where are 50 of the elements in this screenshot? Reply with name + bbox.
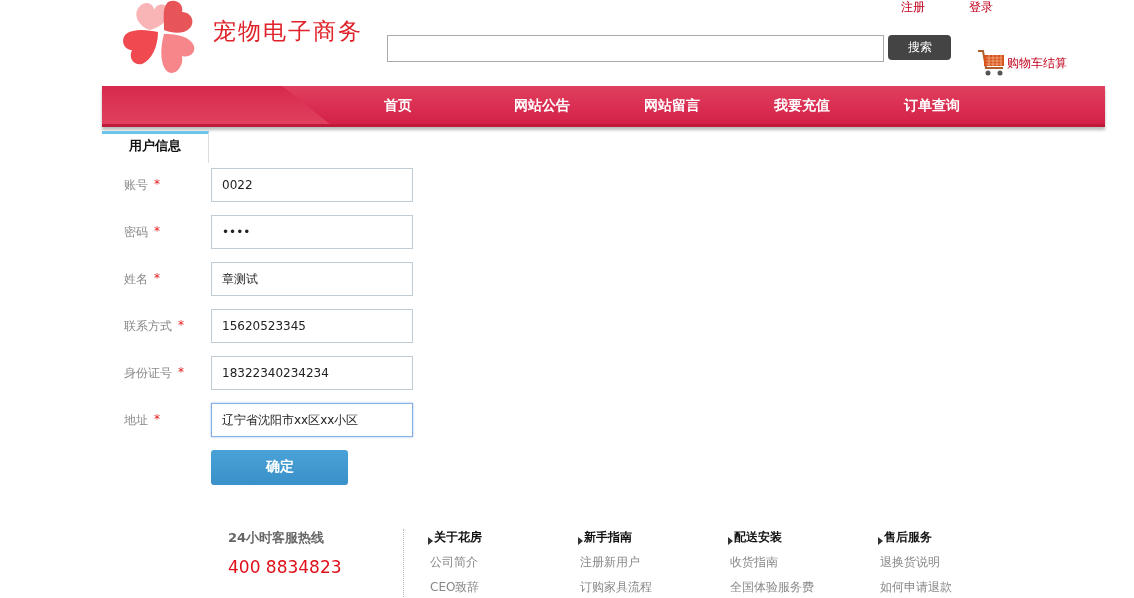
field-label: 联系方式 <box>124 317 172 335</box>
hotline-number: 400 8834823 <box>228 557 343 577</box>
required-mark: * <box>154 176 160 193</box>
input-field[interactable]: 章测试 <box>211 262 413 296</box>
footer-link[interactable]: 全国体验服务费 <box>728 579 814 596</box>
nav-item[interactable]: 订单查询 <box>904 95 1034 115</box>
triangle-icon <box>428 537 433 545</box>
required-mark: * <box>178 364 184 381</box>
triangle-icon <box>728 537 733 545</box>
input-field[interactable]: •••• <box>211 215 413 249</box>
footer-heading: 配送安装 <box>734 529 782 546</box>
footer-link[interactable]: 公司简介 <box>428 554 478 571</box>
field-label: 账号 <box>124 176 148 194</box>
triangle-icon <box>878 537 883 545</box>
submit-button[interactable]: 确定 <box>211 449 348 485</box>
footer-heading: 关于花房 <box>434 529 482 546</box>
tab[interactable]: 用户信息 <box>102 131 209 163</box>
footer-heading: 售后服务 <box>884 529 932 546</box>
field-label: 密码 <box>124 223 148 241</box>
footer-link[interactable]: 退换货说明 <box>878 554 940 571</box>
footer-link[interactable]: 注册新用户 <box>578 554 640 571</box>
search-field[interactable] <box>387 35 884 62</box>
nav-item[interactable]: 网站留言 <box>644 95 774 115</box>
nav-item[interactable]: 首页 <box>384 95 514 115</box>
shopping-cart-icon <box>977 48 1007 78</box>
search-button[interactable]: 搜索 <box>888 35 951 60</box>
required-mark: * <box>154 223 160 240</box>
footer-link[interactable]: 订购家具流程 <box>578 579 652 596</box>
field-label: 身份证号 <box>124 364 172 382</box>
input-field[interactable]: 辽宁省沈阳市xx区xx小区 <box>211 403 413 437</box>
input-field[interactable]: 18322340234234 <box>211 356 413 390</box>
cart-link[interactable]: 购物车结算 <box>977 48 1067 78</box>
footer-heading: 新手指南 <box>584 529 632 546</box>
required-mark: * <box>154 411 160 428</box>
site-title: 宠物电子商务 <box>213 17 363 44</box>
footer-link[interactable]: 收货指南 <box>728 554 778 571</box>
nav-item[interactable]: 网站公告 <box>514 95 644 115</box>
hotline-label: 24小时客服热线 <box>228 529 326 547</box>
footer-link[interactable]: CEO致辞 <box>428 579 480 596</box>
input-field[interactable]: 15620523345 <box>211 309 413 343</box>
field-label: 姓名 <box>124 270 148 288</box>
input-field[interactable]: 0022 <box>211 168 413 202</box>
required-mark: * <box>154 270 160 287</box>
top-link[interactable]: 登录 <box>969 0 993 14</box>
triangle-icon <box>578 537 583 545</box>
top-link[interactable]: 注册 <box>901 0 925 14</box>
required-mark: * <box>178 317 184 334</box>
field-label: 地址 <box>124 411 148 429</box>
nav-item[interactable]: 我要充值 <box>774 95 904 115</box>
footer-link[interactable]: 如何申请退款 <box>878 579 952 596</box>
